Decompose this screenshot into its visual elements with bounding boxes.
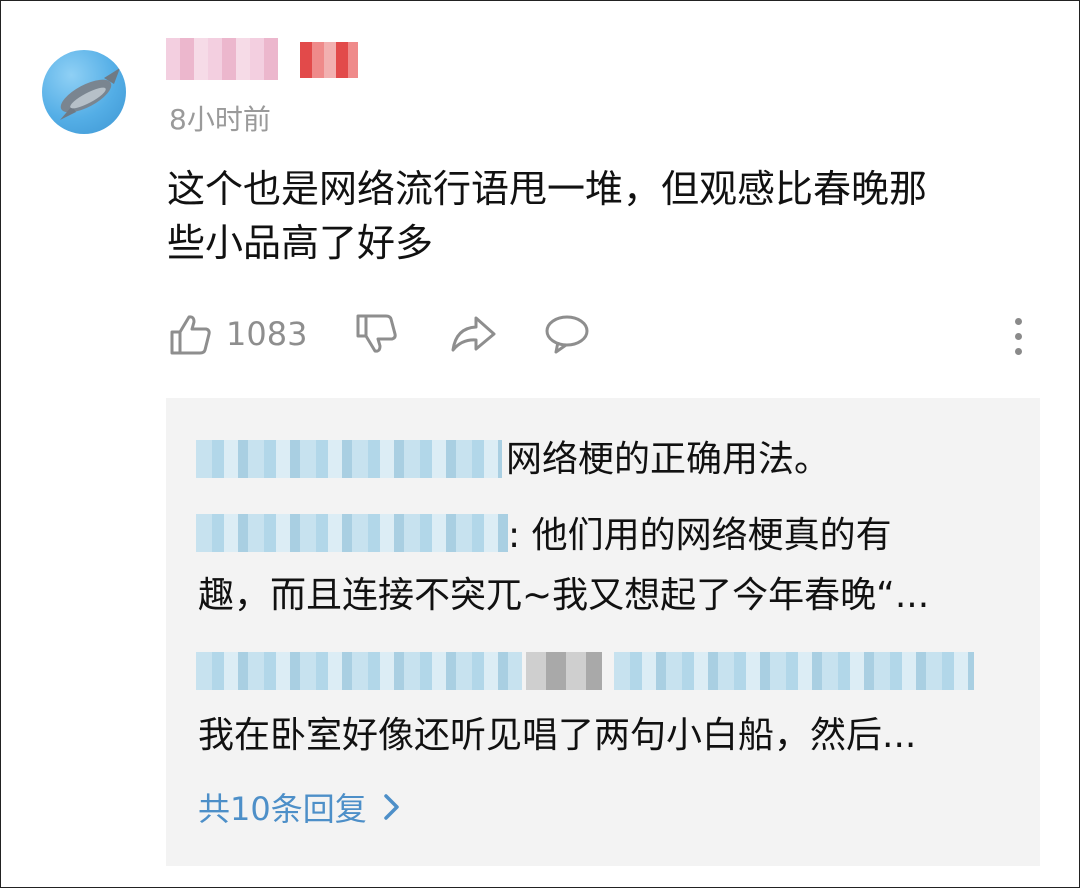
view-all-replies-label: 共10条回复 — [198, 790, 367, 828]
share-icon — [451, 316, 496, 352]
more-options-button[interactable] — [1008, 318, 1028, 358]
reply-author-redacted[interactable] — [614, 652, 974, 690]
reply-author-redacted[interactable] — [196, 652, 522, 690]
reply-text: 趣，而且连接不突兀~我又想起了今年春晚“... — [198, 575, 930, 616]
comment-text-line: 这个也是网络流行语甩一堆，但观感比春晚那 — [167, 167, 928, 211]
like-count: 1083 — [226, 315, 308, 353]
username-redacted[interactable] — [166, 38, 278, 80]
reply-author-redacted[interactable] — [196, 440, 502, 478]
more-vertical-icon — [1008, 318, 1028, 355]
dislike-button[interactable] — [354, 312, 398, 356]
thumbs-up-icon — [170, 315, 211, 355]
avatar[interactable] — [42, 50, 126, 134]
reply-preview-section: 网络梗的正确用法。 : 他们用的网络梗真的有 趣，而且连接不突兀~我又想起了今年… — [166, 398, 1040, 866]
reply-author-redacted[interactable] — [196, 514, 508, 552]
user-badge-redacted — [300, 42, 358, 78]
comment-text: 这个也是网络流行语甩一堆，但观感比春晚那 些小品高了好多 — [167, 162, 1027, 270]
view-all-replies-link[interactable]: 共10条回复 — [198, 784, 403, 830]
comment-text-line: 些小品高了好多 — [167, 221, 434, 265]
reply-text: 我在卧室好像还听见唱了两句小白船，然后... — [198, 715, 917, 756]
reply-text: : 他们用的网络梗真的有 — [508, 515, 892, 556]
timestamp: 8小时前 — [169, 103, 271, 136]
like-button[interactable]: 1083 — [168, 312, 307, 356]
thumbs-down-icon — [356, 314, 397, 353]
share-button[interactable] — [450, 312, 496, 356]
reply-badge-redacted — [526, 652, 602, 690]
comment-icon — [545, 315, 589, 354]
reply-button[interactable] — [544, 312, 590, 356]
reply-text: 网络梗的正确用法。 — [506, 439, 831, 480]
chevron-right-icon — [383, 794, 399, 820]
